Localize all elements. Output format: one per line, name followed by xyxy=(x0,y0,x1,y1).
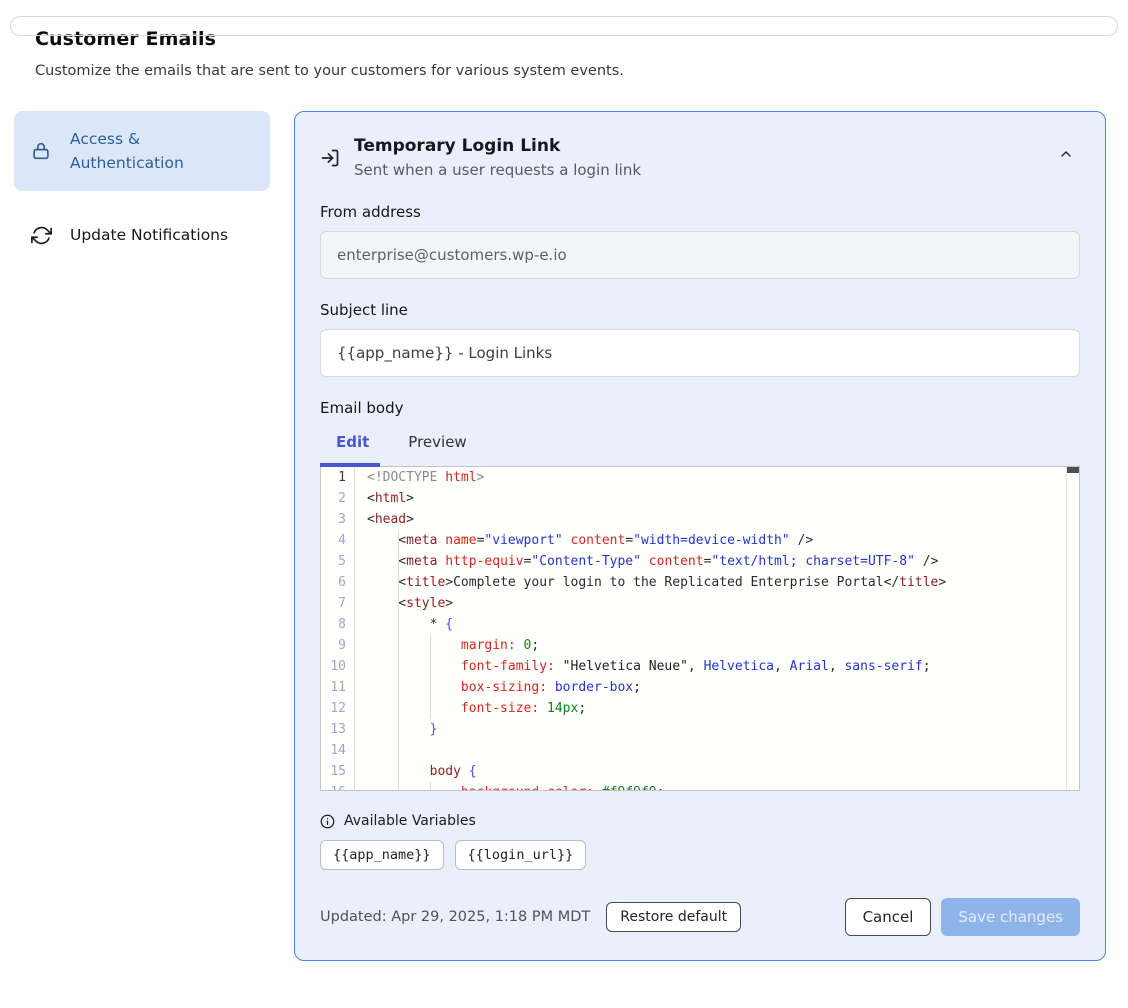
content: Access & Authentication Update Notificat… xyxy=(0,111,1128,961)
code-text: margin: 0; xyxy=(355,635,1065,656)
line-number: 15 xyxy=(321,761,355,782)
available-variables-label: Available Variables xyxy=(344,813,476,829)
code-text: <html> xyxy=(355,488,1065,509)
previous-card-bottom-edge xyxy=(10,16,1118,36)
code-line: 5 <meta http-equiv="Content-Type" conten… xyxy=(321,551,1065,572)
editor-scrollbar-thumb[interactable] xyxy=(1067,467,1079,473)
code-text: body { xyxy=(355,761,1065,782)
line-number: 8 xyxy=(321,614,355,635)
code-text xyxy=(355,740,1065,761)
code-text: <head> xyxy=(355,509,1065,530)
code-line: 15 body { xyxy=(321,761,1065,782)
line-number: 10 xyxy=(321,656,355,677)
code-line: 6 <title>Complete your login to the Repl… xyxy=(321,572,1065,593)
code-line: 16 background-color: #f9f9f9; xyxy=(321,782,1065,790)
from-address-label: From address xyxy=(320,203,1080,221)
login-icon xyxy=(320,148,340,168)
editor-scrollbar[interactable] xyxy=(1066,467,1079,790)
panel-footer: Updated: Apr 29, 2025, 1:18 PM MDT Resto… xyxy=(320,898,1080,936)
line-number: 16 xyxy=(321,782,355,790)
tab-edit[interactable]: Edit xyxy=(336,429,369,463)
editor-wrap: 1<!DOCTYPE html>2<html>3<head>4 <meta na… xyxy=(320,466,1080,791)
code-text: <!DOCTYPE html> xyxy=(355,467,1065,488)
line-number: 1 xyxy=(321,467,355,488)
line-number: 9 xyxy=(321,635,355,656)
line-number: 7 xyxy=(321,593,355,614)
panel-title: Temporary Login Link xyxy=(354,136,1038,156)
sidebar-item-update-notifications[interactable]: Update Notifications xyxy=(14,209,270,261)
variable-chip-app-name[interactable]: {{app_name}} xyxy=(320,840,444,870)
panel-subtitle: Sent when a user requests a login link xyxy=(354,161,1038,179)
collapse-button[interactable] xyxy=(1052,140,1080,168)
code-line: 10 font-family: "Helvetica Neue", Helvet… xyxy=(321,656,1065,677)
sidebar-item-label: Access & Authentication xyxy=(70,127,254,175)
email-config-panel: Temporary Login Link Sent when a user re… xyxy=(294,111,1106,961)
code-line: 2<html> xyxy=(321,488,1065,509)
line-number: 14 xyxy=(321,740,355,761)
variable-chip-login-url[interactable]: {{login_url}} xyxy=(455,840,587,870)
line-number: 11 xyxy=(321,677,355,698)
subject-line-group: Subject line xyxy=(320,301,1080,377)
from-address-group: From address xyxy=(320,203,1080,279)
code-line: 14 xyxy=(321,740,1065,761)
from-address-input[interactable] xyxy=(320,231,1080,279)
updated-timestamp: Updated: Apr 29, 2025, 1:18 PM MDT xyxy=(320,909,590,925)
subject-line-label: Subject line xyxy=(320,301,1080,319)
line-number: 5 xyxy=(321,551,355,572)
subject-line-input[interactable] xyxy=(320,329,1080,377)
code-text: <title>Complete your login to the Replic… xyxy=(355,572,1065,593)
chevron-up-icon xyxy=(1058,146,1074,162)
active-tab-underline xyxy=(320,463,380,467)
sidebar: Access & Authentication Update Notificat… xyxy=(14,111,270,261)
code-line: 3<head> xyxy=(321,509,1065,530)
code-editor[interactable]: 1<!DOCTYPE html>2<html>3<head>4 <meta na… xyxy=(320,466,1080,791)
page-subtitle: Customize the emails that are sent to yo… xyxy=(35,63,1128,79)
code-text: box-sizing: border-box; xyxy=(355,677,1065,698)
line-number: 4 xyxy=(321,530,355,551)
code-line: 7 <style> xyxy=(321,593,1065,614)
code-text: <meta http-equiv="Content-Type" content=… xyxy=(355,551,1065,572)
line-number: 13 xyxy=(321,719,355,740)
cancel-button[interactable]: Cancel xyxy=(845,898,932,936)
line-number: 6 xyxy=(321,572,355,593)
line-number: 2 xyxy=(321,488,355,509)
save-changes-button[interactable]: Save changes xyxy=(941,898,1080,936)
code-line: 11 box-sizing: border-box; xyxy=(321,677,1065,698)
email-body-tabs: Edit Preview xyxy=(320,429,1080,463)
code-text: } xyxy=(355,719,1065,740)
code-text: font-family: "Helvetica Neue", Helvetica… xyxy=(355,656,1065,677)
sidebar-item-access-authentication[interactable]: Access & Authentication xyxy=(14,111,270,191)
code-text: <meta name="viewport" content="width=dev… xyxy=(355,530,1065,551)
restore-default-button[interactable]: Restore default xyxy=(606,902,741,932)
available-variables: Available Variables {{app_name}} {{login… xyxy=(320,813,1080,870)
code-text: font-size: 14px; xyxy=(355,698,1065,719)
info-icon xyxy=(320,814,335,829)
panel-header: Temporary Login Link Sent when a user re… xyxy=(320,136,1080,179)
tab-preview[interactable]: Preview xyxy=(408,429,466,463)
code-line: 8 * { xyxy=(321,614,1065,635)
refresh-icon xyxy=(30,224,52,246)
sidebar-item-label: Update Notifications xyxy=(70,223,228,247)
code-lines: 1<!DOCTYPE html>2<html>3<head>4 <meta na… xyxy=(321,467,1079,790)
line-number: 3 xyxy=(321,509,355,530)
code-text: background-color: #f9f9f9; xyxy=(355,782,1065,790)
code-line: 1<!DOCTYPE html> xyxy=(321,467,1065,488)
email-body-label: Email body xyxy=(320,399,1080,417)
code-line: 13 } xyxy=(321,719,1065,740)
code-line: 12 font-size: 14px; xyxy=(321,698,1065,719)
lock-icon xyxy=(30,140,52,162)
code-text: * { xyxy=(355,614,1065,635)
code-text: <style> xyxy=(355,593,1065,614)
line-number: 12 xyxy=(321,698,355,719)
code-line: 4 <meta name="viewport" content="width=d… xyxy=(321,530,1065,551)
code-line: 9 margin: 0; xyxy=(321,635,1065,656)
